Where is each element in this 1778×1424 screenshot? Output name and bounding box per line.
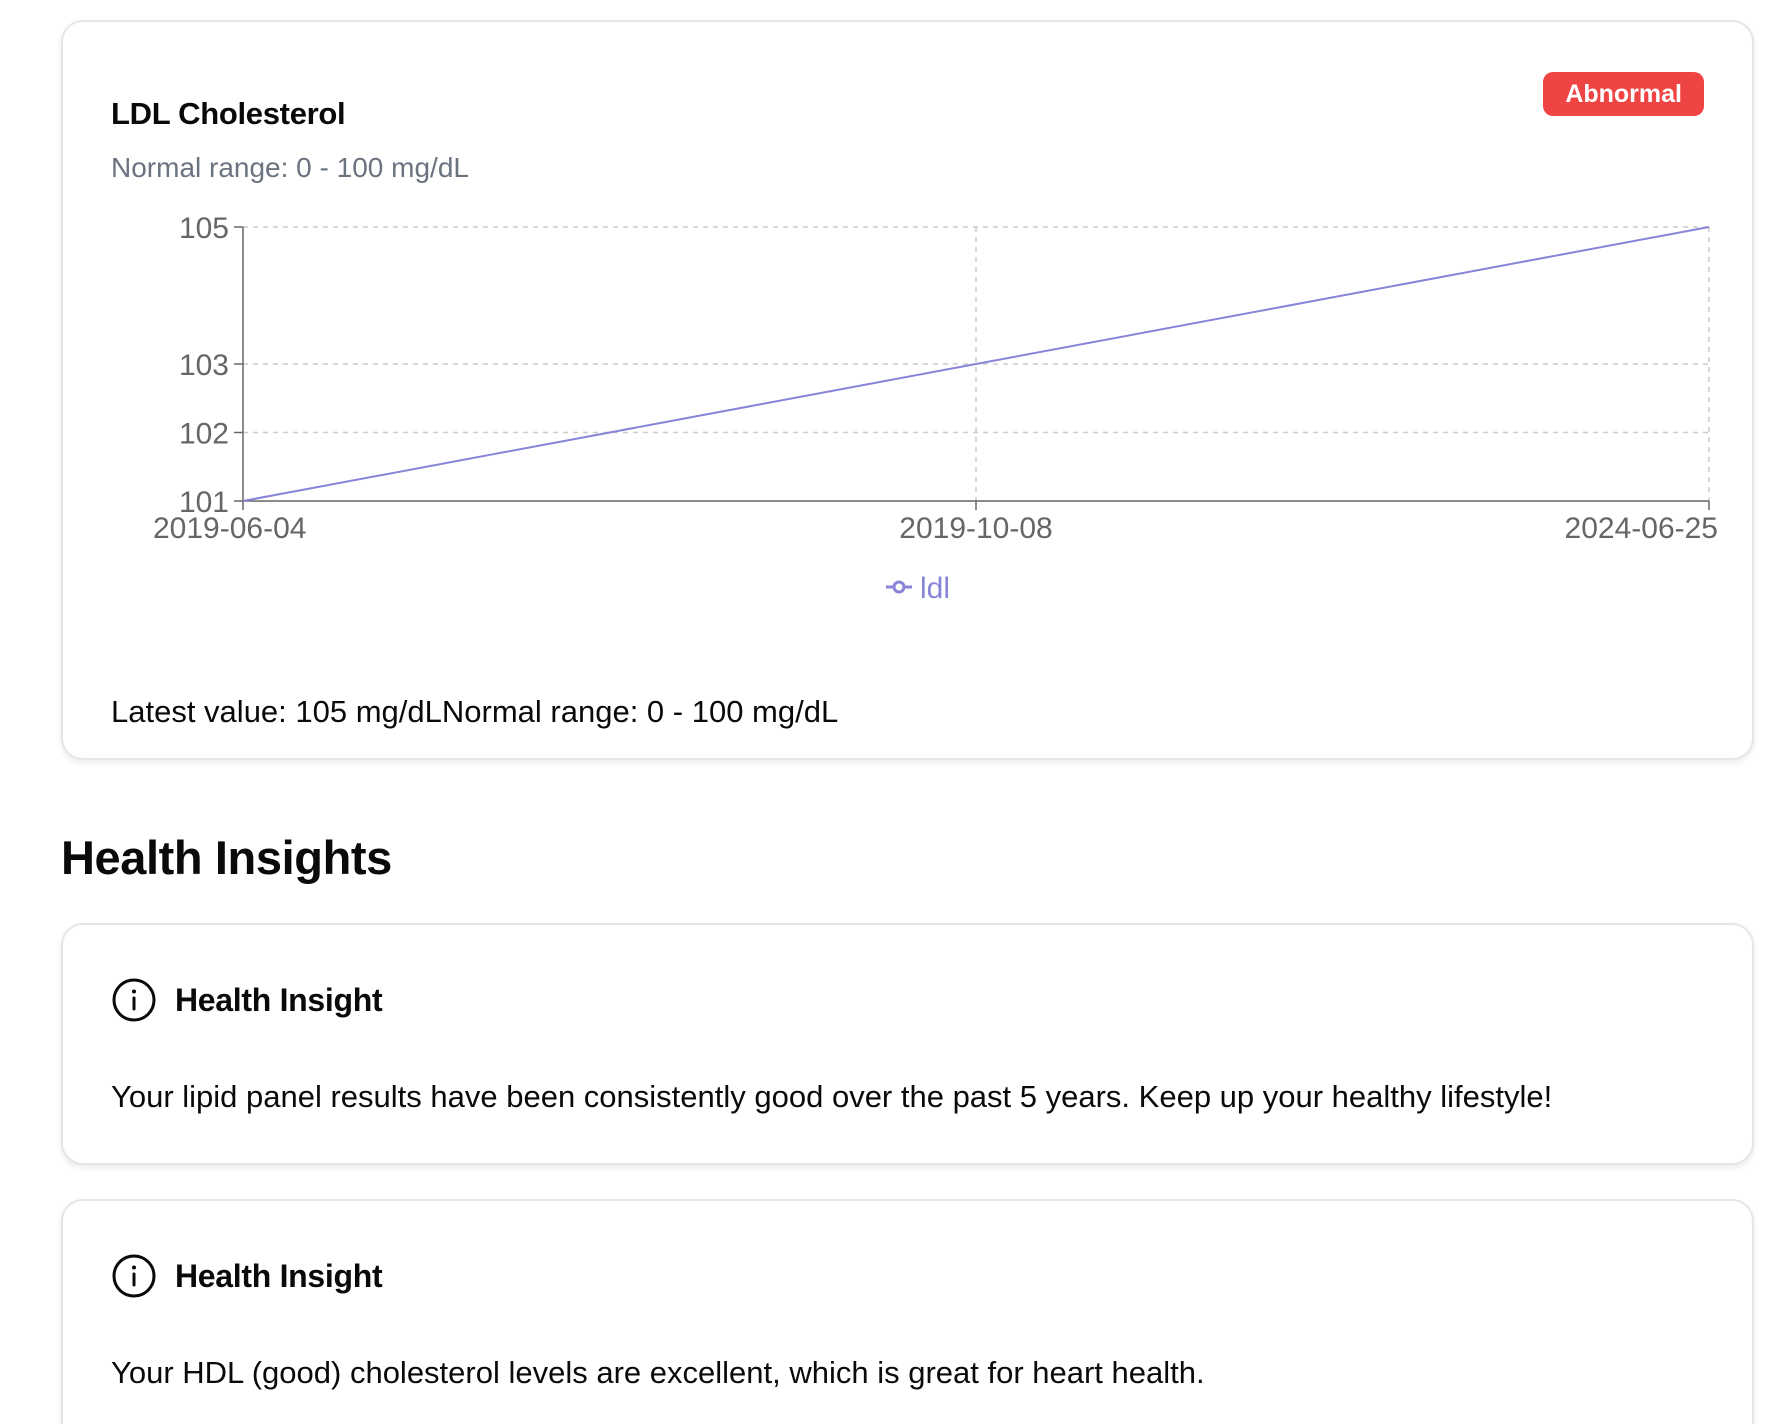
insight-text: Your lipid panel results have been consi…: [111, 1079, 1553, 1114]
x-tick-label: 2019-06-04: [153, 512, 306, 545]
insight-card: Health Insight Your lipid panel results …: [61, 923, 1754, 1165]
info-icon: [112, 1254, 156, 1298]
chart-legend[interactable]: ldl: [886, 572, 950, 605]
chart-footer: Latest value: 105 mg/dLNormal range: 0 -…: [111, 694, 838, 730]
insight-card: Health Insight Your HDL (good) cholester…: [61, 1199, 1754, 1424]
legend-marker-icon: [892, 580, 906, 594]
y-tick-label: 102: [179, 418, 229, 451]
y-tick-label: 103: [179, 349, 229, 382]
latest-value-text: Latest value: 105 mg/dL: [111, 694, 442, 729]
x-tick-label: 2024-06-25: [1565, 512, 1718, 545]
insight-header: Health Insight: [111, 1253, 383, 1299]
normal-range-text: Normal range: 0 - 100 mg/dL: [441, 694, 839, 729]
insight-title: Health Insight: [175, 1257, 383, 1294]
legend-label: ldl: [920, 572, 950, 605]
chart-axes: 1011021031052019-06-04 2019-10-08 2024-06-…: [153, 212, 1718, 545]
x-tick-label: 2019-10-08: [899, 512, 1052, 545]
ldl-line-chart: 1011021031052019-06-04 2019-10-08 2024-06-…: [153, 212, 1718, 605]
insight-header: Health Insight: [111, 977, 383, 1023]
insight-title: Health Insight: [175, 981, 383, 1018]
ldl-chart-card: LDL Cholesterol Normal range: 0 - 100 mg…: [61, 20, 1754, 760]
y-tick-label: 105: [179, 212, 229, 245]
page: LDL Cholesterol Normal range: 0 - 100 mg…: [0, 0, 1778, 1424]
health-insights-heading: Health Insights: [61, 831, 392, 884]
info-icon: [112, 978, 156, 1022]
insight-text: Your HDL (good) cholesterol levels are e…: [111, 1355, 1205, 1390]
